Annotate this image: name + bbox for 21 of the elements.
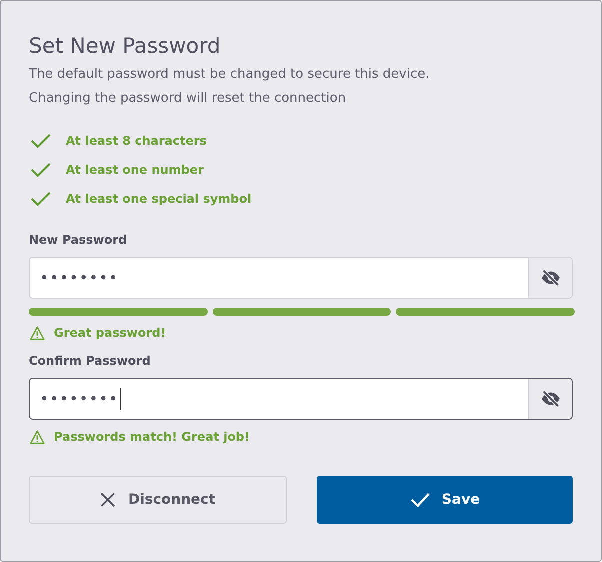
disconnect-button[interactable]: Disconnect	[29, 476, 287, 524]
close-icon	[100, 492, 116, 508]
warning-icon	[30, 430, 45, 444]
dialog-title: Set New Password	[29, 33, 222, 60]
password-field[interactable]: ••••••••	[29, 257, 573, 299]
field-label: Confirm Password	[29, 353, 152, 370]
requirement-text: At least one special symbol	[66, 191, 252, 208]
description-text: The default password must be changed to secure this device.	[29, 66, 431, 84]
field-label: New Password	[29, 232, 128, 249]
description-text: Changing the password will reset the connection	[29, 90, 348, 108]
requirement-text: At least one number	[66, 162, 204, 179]
validation-message: Passwords match! Great job!	[54, 429, 250, 446]
show-password-button[interactable]	[528, 379, 572, 419]
requirement-text: At least 8 characters	[66, 133, 207, 150]
eye-slash-icon	[540, 269, 562, 287]
save-button[interactable]: Save	[317, 476, 573, 524]
show-password-button[interactable]	[528, 258, 572, 298]
warning-icon	[30, 326, 45, 340]
eye-slash-icon	[540, 390, 562, 408]
validation-message: Great password!	[54, 325, 166, 342]
password-field[interactable]: ••••••••	[29, 378, 573, 420]
